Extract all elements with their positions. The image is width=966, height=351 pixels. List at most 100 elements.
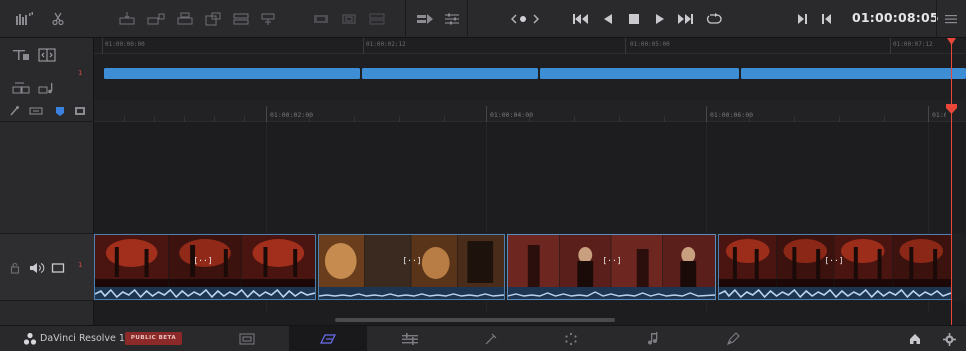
music-track-icon[interactable] xyxy=(36,78,58,98)
ruler-tick xyxy=(102,38,103,54)
marker-icon[interactable] xyxy=(72,101,88,121)
page-tab-fairlight[interactable] xyxy=(614,326,692,351)
upper-timeline[interactable]: 01:00:00:00 01:00:02:12 01:00:05:00 01:0… xyxy=(94,38,966,100)
horizontal-scrollbar[interactable] xyxy=(335,318,615,322)
lower-ruler-timecode: 01:00:08:00 xyxy=(932,111,946,119)
stop-button[interactable] xyxy=(624,9,644,29)
deliver-page-icon xyxy=(727,332,740,345)
append-icon[interactable] xyxy=(146,9,166,29)
timeline-tools-row xyxy=(0,100,94,122)
upper-ruler-timecode: 01:00:05:00 xyxy=(630,41,670,48)
jump-to-end-button[interactable] xyxy=(674,9,696,29)
next-clip-icon[interactable] xyxy=(526,9,546,29)
audio-waveform xyxy=(319,287,504,299)
ruler-tick xyxy=(928,106,929,122)
app-name: DaVinci Resolve 17 xyxy=(40,333,131,344)
page-tab-cut[interactable] xyxy=(289,326,367,351)
media-page-icon xyxy=(239,333,255,345)
audio-track-icon[interactable] xyxy=(10,78,32,98)
video-track-number: 1 xyxy=(78,261,83,269)
settings-gear-icon[interactable] xyxy=(940,329,958,349)
davinci-logo-icon xyxy=(22,329,38,349)
razor-icon[interactable] xyxy=(48,9,68,29)
lower-timeline[interactable]: 01:00:02:00 01:00:04:00 01:00:06:00 01:0… xyxy=(94,100,966,325)
timeline-clip[interactable]: [··] xyxy=(318,234,505,300)
mark-in-icon[interactable] xyxy=(793,9,811,29)
timeline-clip[interactable]: [··] xyxy=(507,234,716,300)
previous-frame-button[interactable] xyxy=(598,9,618,29)
timeline-clip[interactable]: [··] xyxy=(94,234,316,300)
ripple-overwrite-icon[interactable] xyxy=(175,9,195,29)
audio-waveform xyxy=(95,287,315,299)
loop-button[interactable] xyxy=(703,9,725,29)
lower-timeline-headers: 1 xyxy=(0,100,94,325)
play-button[interactable] xyxy=(650,9,670,29)
upper-ruler-timecode: 01:00:02:12 xyxy=(366,41,406,48)
smart-insert-icon[interactable] xyxy=(117,9,137,29)
upper-timeline-ruler[interactable]: 01:00:00:00 01:00:02:12 01:00:05:00 01:0… xyxy=(94,38,966,54)
ruler-tick xyxy=(890,38,891,54)
jump-to-start-button[interactable] xyxy=(570,9,592,29)
close-up-icon[interactable] xyxy=(203,9,223,29)
trim-in-icon[interactable] xyxy=(311,9,331,29)
clip-marker: [··] xyxy=(193,256,213,265)
timeline-clip[interactable]: [··] xyxy=(718,234,952,300)
overview-clip[interactable] xyxy=(741,68,966,79)
public-beta-badge: PUBLIC BETA xyxy=(125,332,182,345)
overview-clip[interactable] xyxy=(540,68,739,79)
place-on-top-icon[interactable] xyxy=(231,9,251,29)
overview-clip[interactable] xyxy=(104,68,360,79)
media-pool-icon[interactable] xyxy=(14,9,36,29)
toolbar-separator xyxy=(467,0,468,38)
clip-marker: [··] xyxy=(602,256,622,265)
audio-waveform xyxy=(508,287,715,299)
sync-icon[interactable] xyxy=(367,9,387,29)
lower-ruler-timecode: 01:00:02:00 xyxy=(270,111,314,119)
page-tab-fusion[interactable] xyxy=(452,326,530,351)
upper-track-number: 1 xyxy=(78,69,83,77)
flag-icon[interactable] xyxy=(52,101,68,121)
page-tab-color[interactable] xyxy=(532,326,610,351)
audio-waveform xyxy=(719,287,951,299)
source-overwrite-icon[interactable] xyxy=(259,9,279,29)
toolbar-separator xyxy=(936,0,937,38)
scissors-icon[interactable] xyxy=(28,101,44,121)
lock-icon[interactable] xyxy=(8,258,22,278)
fairlight-page-icon xyxy=(648,332,658,345)
ruler-tick xyxy=(363,38,364,54)
clip-marker: [··] xyxy=(824,256,844,265)
page-navigation-bar: DaVinci Resolve 17 PUBLIC BETA xyxy=(0,325,966,351)
video-track-header: 1 xyxy=(0,233,94,301)
audio-mixer-icon[interactable] xyxy=(442,9,462,29)
upper-ruler-timecode: 01:00:07:12 xyxy=(893,41,933,48)
lower-ruler-timecode: 01:00:04:00 xyxy=(490,111,534,119)
trim-out-icon[interactable] xyxy=(339,9,359,29)
monitor-icon[interactable] xyxy=(50,258,66,278)
page-tab-deliver[interactable] xyxy=(694,326,772,351)
home-icon[interactable] xyxy=(906,329,924,349)
lower-timeline-ruler[interactable]: 01:00:02:00 01:00:04:00 01:00:06:00 01:0… xyxy=(94,100,966,122)
menu-icon[interactable] xyxy=(941,9,961,29)
zoom-to-fit-icon[interactable] xyxy=(36,45,58,65)
color-page-icon xyxy=(565,332,577,346)
toolbar: 01:00:08:05 xyxy=(0,0,966,38)
toolbar-separator xyxy=(405,0,406,38)
page-tab-media[interactable] xyxy=(208,326,286,351)
playhead[interactable] xyxy=(951,38,952,325)
timecode-display[interactable]: 01:00:08:05 xyxy=(852,10,939,28)
edit-page-icon xyxy=(402,333,418,345)
playhead-handle[interactable] xyxy=(947,38,956,46)
cut-page-icon xyxy=(320,334,336,344)
page-tab-edit[interactable] xyxy=(371,326,449,351)
track-height-icon[interactable] xyxy=(10,45,32,65)
ruler-tick xyxy=(486,106,487,122)
boring-detector-icon[interactable] xyxy=(415,9,435,29)
playhead-handle[interactable] xyxy=(946,104,957,114)
ruler-tick xyxy=(706,106,707,122)
speaker-icon[interactable] xyxy=(28,258,46,278)
snapping-icon[interactable] xyxy=(6,101,22,121)
ruler-tick xyxy=(625,38,626,54)
overview-clip[interactable] xyxy=(362,68,538,79)
fusion-page-icon xyxy=(485,333,497,345)
mark-out-icon[interactable] xyxy=(818,9,836,29)
